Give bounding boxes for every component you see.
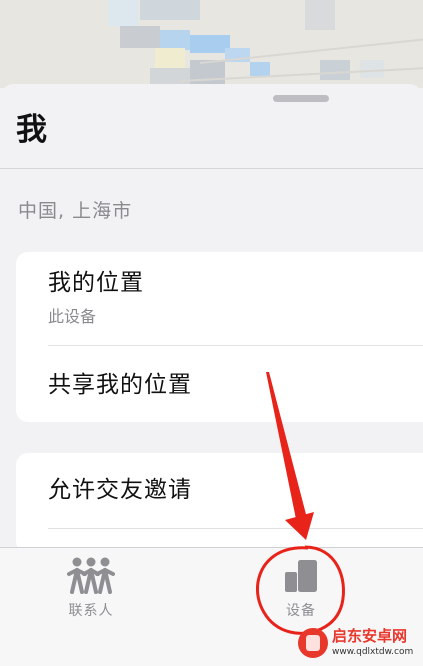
devices-icon [281,556,321,600]
watermark-title: 启东安卓网 [332,627,408,645]
watermark-url: www.qdlxtdw.com [332,647,414,657]
row-divider [48,528,423,529]
watermark-logo-icon [298,628,328,658]
map-tile [250,62,270,76]
map-tile [160,30,190,50]
share-my-location-button[interactable]: 共享我的位置 [48,370,192,400]
tab-people[interactable]: 联系人 [36,548,146,638]
map-tile [305,0,335,30]
sheet-grabber[interactable] [273,95,329,102]
title-divider [0,168,423,169]
map-tile [155,48,185,68]
people-icon [67,556,115,600]
location-card: 我的位置 此设备 共享我的位置 [16,252,423,422]
map-tile [120,26,160,48]
watermark: 启东安卓网 www.qdlxtdw.com [296,624,423,665]
allow-friend-requests-toggle-row[interactable]: 允许交友邀请 [48,475,192,505]
map-tile [190,60,225,85]
tab-label: 设备 [286,603,316,619]
tab-label: 联系人 [68,603,114,619]
map-tile [108,0,138,26]
my-location-title: 我的位置 [48,270,144,296]
map-tile [190,35,230,53]
row-divider [48,345,423,346]
map-tile [140,0,200,20]
friends-card: 允许交友邀请 [16,453,423,553]
sheet-title: 我 [16,112,48,148]
map-area[interactable] [0,0,423,88]
map-tile [320,60,350,80]
my-location-subtitle: 此设备 [48,307,97,326]
current-location-text: 中国, 上海市 [18,200,133,222]
